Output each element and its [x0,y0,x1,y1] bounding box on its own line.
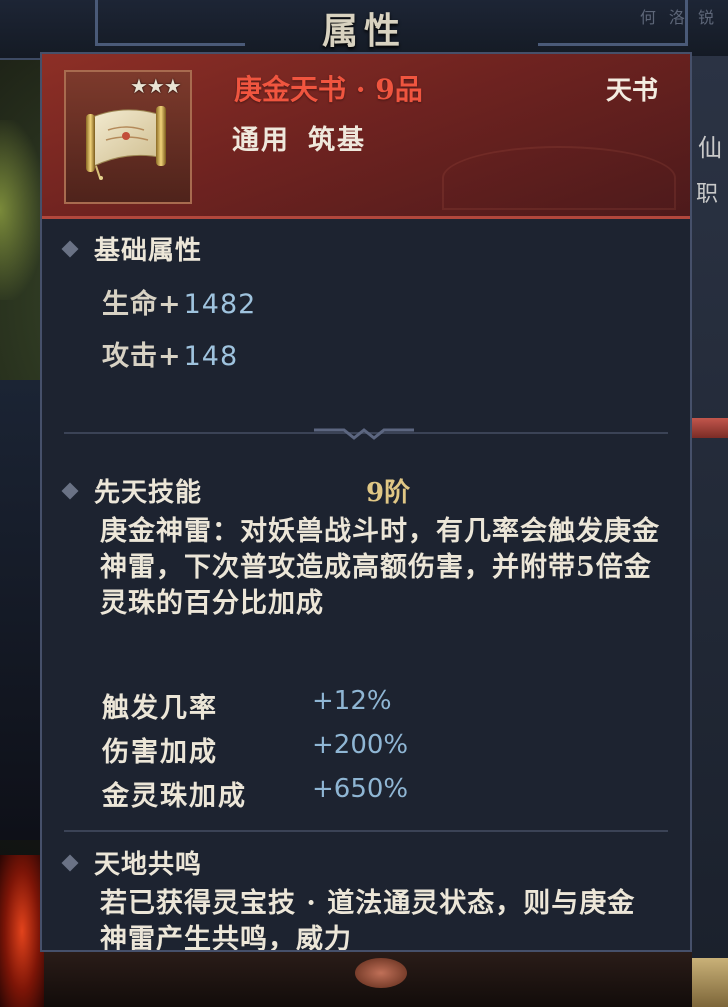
top-right-text: 何 洛 锐 [639,8,718,27]
item-tooltip-panel: ★★★ 庚金天书 · 9品 天书 通用 筑基 基础属性 生命+1482 攻击+14… [40,52,692,952]
bonus-trigger-label: 触发几率 [102,693,218,724]
star-rating: ★★★ [130,74,182,98]
base-attributes-title: 基础属性 [61,230,202,267]
right-edge-char-1: 仙 [698,134,722,162]
divider-ornament-icon [314,428,414,440]
resonance-title: 天地共鸣 [61,844,202,881]
header-cloud-pattern [442,146,676,210]
bonus-pearl-value: +650% [312,774,409,804]
diamond-bullet-icon [61,482,79,500]
background-left-panel [0,380,44,840]
stat-attack: 攻击+148 [102,341,239,372]
diamond-bullet-icon [61,854,79,872]
background-bottom-orb [355,958,407,988]
item-type: 天书 [605,76,658,106]
item-tag-realm: 筑基 [308,125,366,156]
innate-skill-title: 先天技能 [61,472,202,509]
right-edge-char-2: 职 [696,182,719,207]
background-glow [0,120,44,300]
item-tags: 通用 筑基 [232,118,366,157]
item-header: ★★★ 庚金天书 · 9品 天书 通用 筑基 [42,54,690,219]
skill-description: 庚金神雷：对妖兽战斗时，有几率会触发庚金神雷，下次普攻造成高额伤害，并附带5倍金… [100,516,660,619]
bonus-damage-value: +200% [312,730,409,760]
section-divider [64,830,668,832]
diamond-bullet-icon [61,240,79,258]
resonance-description: 若已获得灵宝技 · 道法通灵状态，则与庚金神雷产生共鸣，威力 [100,888,636,952]
item-icon-frame: ★★★ [64,70,192,204]
scroll-icon [86,106,166,180]
screen-title: 属性 [321,10,406,52]
bonus-damage-label: 伤害加成 [102,737,218,768]
stat-hp: 生命+1482 [102,289,257,320]
bonus-trigger-value: +12% [312,686,392,716]
skill-tier: 9阶 [366,478,411,508]
item-name: 庚金天书 · 9品 [234,73,423,106]
bonus-pearl-label: 金灵珠加成 [102,781,247,812]
background-right-red-bar [692,418,728,438]
item-tag-usage: 通用 [232,125,290,156]
